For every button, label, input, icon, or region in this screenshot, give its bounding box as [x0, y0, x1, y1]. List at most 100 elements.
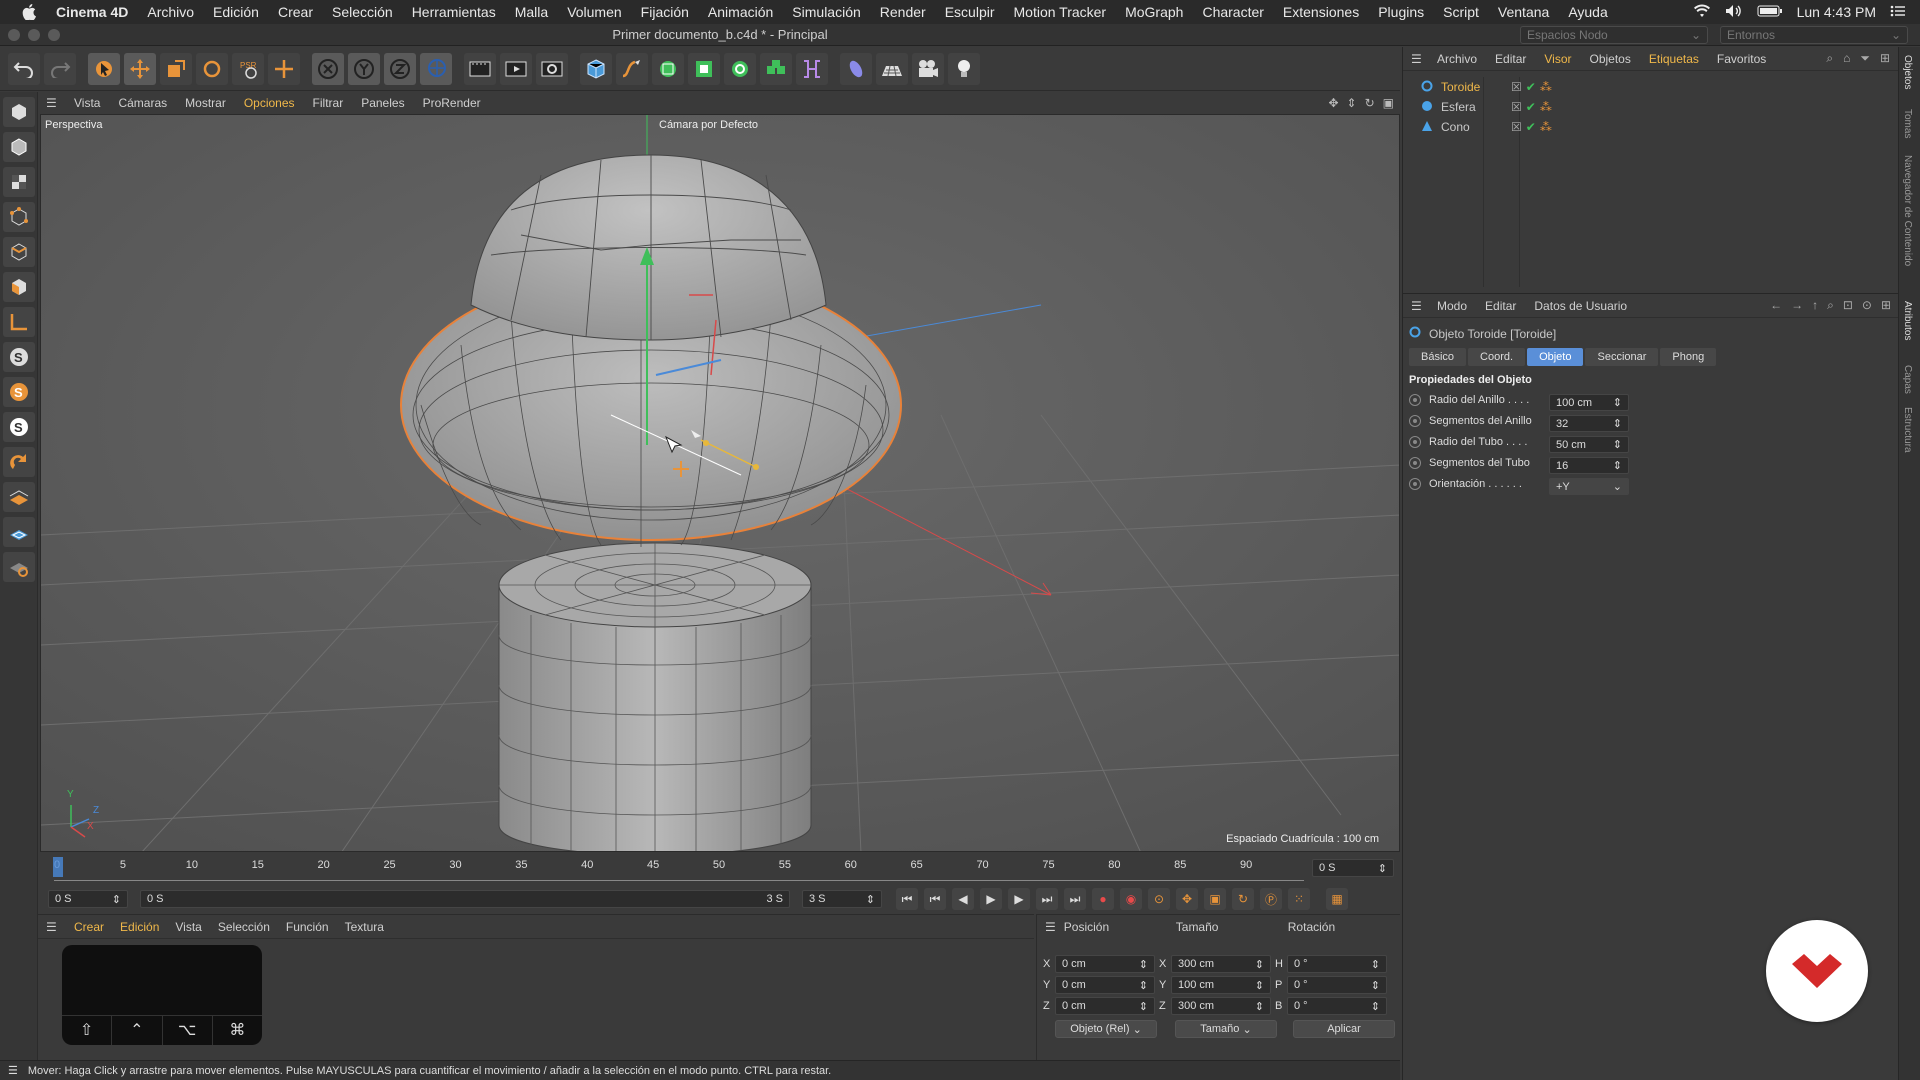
enabled-check-icon[interactable]: ✔ — [1526, 100, 1536, 114]
point-level-animation-icon[interactable]: ⁙ — [1288, 888, 1310, 910]
size-z-field[interactable]: 300 cm ⇕ — [1171, 997, 1271, 1015]
rotation-b-field[interactable]: 0 ° ⇕ — [1287, 997, 1387, 1015]
viewport-menu-mostrar[interactable]: Mostrar — [185, 96, 226, 110]
subdivision-surface-icon[interactable] — [652, 52, 684, 85]
scale-tool-icon[interactable] — [160, 52, 192, 85]
render-to-picture-viewer-icon[interactable] — [500, 52, 532, 85]
object-row-toroide[interactable]: Toroide ☒ ✔ ⁂ — [1403, 77, 1899, 97]
render-settings-icon[interactable] — [536, 52, 568, 85]
volume-icon[interactable] — [1725, 4, 1743, 21]
playhead[interactable] — [53, 857, 63, 877]
vtab-objetos[interactable]: Objetos — [1902, 55, 1913, 89]
viewport-menu-vista[interactable]: Vista — [74, 96, 100, 110]
mac-menu-selección[interactable]: Selección — [332, 4, 393, 20]
object-menu-archivo[interactable]: Archivo — [1437, 52, 1477, 66]
position-key-icon[interactable]: ✥ — [1176, 888, 1198, 910]
attr-menu-modo[interactable]: Modo — [1437, 299, 1467, 313]
model-mode-icon[interactable] — [3, 132, 35, 162]
viewport-menu-prorender[interactable]: ProRender — [423, 96, 481, 110]
viewport-menu-opciones[interactable]: Opciones — [244, 96, 295, 110]
tab-basico[interactable]: Básico — [1409, 348, 1467, 366]
render-view-icon[interactable] — [464, 52, 496, 85]
forward-arrow-icon[interactable]: → — [1791, 298, 1803, 313]
object-menu-visor[interactable]: Visor — [1544, 52, 1571, 66]
previous-frame-icon[interactable]: ◀ — [952, 888, 974, 910]
camera-icon[interactable] — [912, 52, 944, 85]
select-tool-icon[interactable] — [88, 52, 120, 85]
mac-menu-ayuda[interactable]: Ayuda — [1568, 4, 1607, 20]
undo-button[interactable] — [8, 52, 40, 85]
viewport-menu-paneles[interactable]: Paneles — [361, 96, 404, 110]
mac-menu-plugins[interactable]: Plugins — [1378, 4, 1424, 20]
rotate-tool-icon[interactable] — [196, 52, 228, 85]
wifi-icon[interactable] — [1693, 4, 1711, 21]
light-icon[interactable] — [948, 52, 980, 85]
viewport-menu-filtrar[interactable]: Filtrar — [313, 96, 344, 110]
environment-icon[interactable] — [840, 52, 872, 85]
attr-menu-editar[interactable]: Editar — [1485, 299, 1516, 313]
points-mode-icon[interactable] — [3, 202, 35, 232]
enable-snap-icon[interactable]: S — [3, 377, 35, 407]
mac-menu-motion-tracker[interactable]: Motion Tracker — [1014, 4, 1107, 20]
next-key-icon[interactable]: ⏭ — [1036, 888, 1058, 910]
timeline-window-icon[interactable]: ▦ — [1326, 888, 1348, 910]
search-icon[interactable]: ⌕ — [1826, 51, 1833, 66]
mac-menu-simulación[interactable]: Simulación — [792, 4, 860, 20]
snap-settings-icon[interactable]: S — [3, 412, 35, 442]
spline-pen-icon[interactable] — [616, 52, 648, 85]
visibility-toggle-icon[interactable]: ☒ — [1511, 80, 1522, 94]
mac-menu-cinema-4d[interactable]: Cinema 4D — [56, 4, 128, 20]
mac-menu-malla[interactable]: Malla — [515, 4, 548, 20]
texture-mode-icon[interactable] — [3, 167, 35, 197]
next-frame-icon[interactable]: ▶ — [1008, 888, 1030, 910]
mac-menu-edición[interactable]: Edición — [213, 4, 259, 20]
tab-seccionar[interactable]: Seccionar — [1585, 348, 1659, 366]
mac-menu-mograph[interactable]: MoGraph — [1125, 4, 1183, 20]
hamburger-menu-icon[interactable]: ☰ — [1411, 299, 1431, 313]
transform-tool-icon[interactable] — [268, 52, 300, 85]
rotation-h-field[interactable]: 0 ° ⇕ — [1287, 955, 1387, 973]
viewport-menu-cameras[interactable]: Cámaras — [118, 96, 167, 110]
tab-phong[interactable]: Phong — [1660, 348, 1717, 366]
cube-primitive-icon[interactable] — [580, 52, 612, 85]
3d-viewport[interactable]: Perspectiva Cámara por Defecto Espaciado… — [40, 114, 1400, 852]
object-menu-objetos[interactable]: Objetos — [1590, 52, 1631, 66]
keyframe-selection-icon[interactable]: ⊙ — [1148, 888, 1170, 910]
scale-key-icon[interactable]: ▣ — [1204, 888, 1226, 910]
hamburger-menu-icon[interactable]: ☰ — [1045, 920, 1056, 934]
extrude-generator-icon[interactable] — [688, 52, 720, 85]
animate-radio-icon[interactable] — [1409, 478, 1421, 490]
mac-menu-extensiones[interactable]: Extensiones — [1283, 4, 1359, 20]
hamburger-menu-icon[interactable]: ☰ — [46, 920, 66, 934]
planar-workplane-icon[interactable] — [3, 552, 35, 582]
tube-segments-field[interactable]: 16 ⇕ — [1549, 457, 1629, 474]
vtab-atributos[interactable]: Atributos — [1902, 301, 1913, 340]
previous-key-icon[interactable]: ⏮ — [924, 888, 946, 910]
phong-tag-icon[interactable]: ⁂ — [1540, 120, 1552, 134]
apply-button[interactable]: Aplicar — [1293, 1020, 1395, 1038]
timeline-ruler[interactable]: 051015202530354045505560657075808590 0 S… — [40, 853, 1400, 883]
make-editable-icon[interactable] — [3, 97, 35, 127]
enabled-check-icon[interactable]: ✔ — [1526, 80, 1536, 94]
viewport-canvas[interactable] — [41, 115, 1400, 852]
coordinate-system-icon[interactable] — [420, 52, 452, 85]
mac-menu-render[interactable]: Render — [880, 4, 926, 20]
hamburger-menu-icon[interactable]: ☰ — [1411, 52, 1431, 66]
rotation-p-field[interactable]: 0 ° ⇕ — [1287, 976, 1387, 994]
auto-key-icon[interactable]: ◉ — [1120, 888, 1142, 910]
settings-icon[interactable]: ⊙ — [1862, 298, 1872, 313]
current-frame-field[interactable]: 0 S ⇕ — [1312, 859, 1394, 877]
locked-workplane-icon[interactable] — [3, 517, 35, 547]
deformer-icon[interactable] — [796, 52, 828, 85]
range-slider[interactable]: 0 S 3 S — [140, 890, 790, 908]
mac-menu-script[interactable]: Script — [1443, 4, 1479, 20]
object-menu-favoritos[interactable]: Favoritos — [1717, 52, 1766, 66]
array-icon[interactable] — [760, 52, 792, 85]
rotation-key-icon[interactable]: ↻ — [1232, 888, 1254, 910]
orientation-select[interactable]: +Y ⌄ — [1549, 478, 1629, 495]
workplane-icon[interactable] — [3, 482, 35, 512]
object-menu-editar[interactable]: Editar — [1495, 52, 1526, 66]
animate-radio-icon[interactable] — [1409, 436, 1421, 448]
node-space-select[interactable]: Espacios Nodo ⌄ — [1520, 26, 1708, 44]
position-z-field[interactable]: 0 cm ⇕ — [1055, 997, 1155, 1015]
